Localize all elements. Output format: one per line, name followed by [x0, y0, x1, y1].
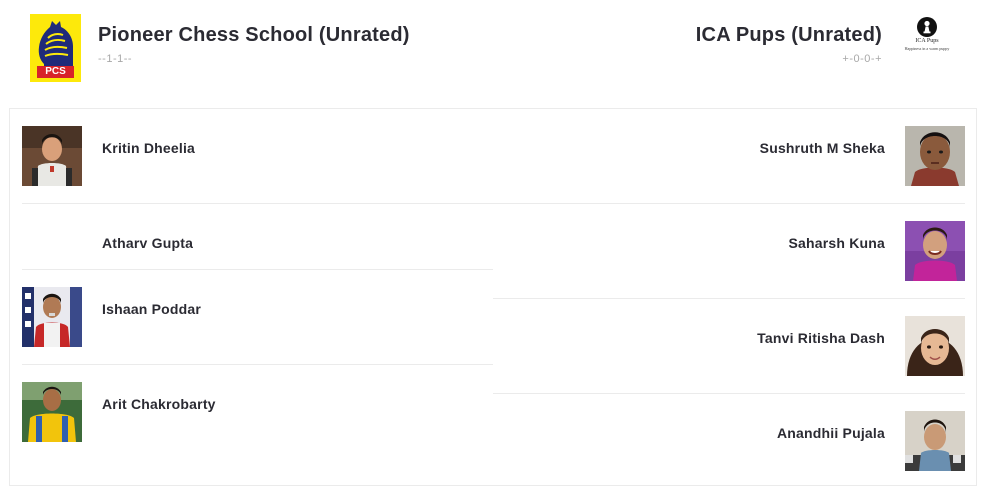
player-row[interactable]: Kritin Dheelia [22, 109, 493, 204]
player-name[interactable]: Ishaan Poddar [102, 301, 201, 317]
team-right-lineup: Sushruth M Sheka Saharsh Kuna Tanvi Riti… [493, 109, 965, 489]
team-left-score: --1-1-- [98, 53, 133, 65]
team-right-name[interactable]: ICA Pups (Unrated) [696, 24, 882, 47]
player-name[interactable]: Arit Chakrobarty [102, 396, 216, 412]
player-row[interactable]: Anandhii Pujala [493, 394, 965, 489]
team-right: ICA Pups (Unrated) +-0-0-+ ICA Pups Happ… [696, 14, 956, 66]
player-avatar [905, 316, 965, 376]
pioneer-chess-school-logo[interactable]: PCS [30, 14, 81, 82]
player-avatar [22, 126, 82, 186]
team-right-score: +-0-0-+ [842, 53, 882, 65]
player-avatar [905, 411, 965, 471]
player-row[interactable]: Saharsh Kuna [493, 204, 965, 299]
team-left-info: Pioneer Chess School (Unrated) --1-1-- [98, 24, 410, 65]
ica-pups-logo[interactable]: ICA Pups Happiness in a warm puppy [898, 16, 956, 66]
pcs-logo-text: PCS [45, 66, 66, 77]
player-row[interactable]: Ishaan Poddar [22, 270, 493, 365]
team-left-lineup: Kritin Dheelia Atharv Gupta Ishaan Podda… [22, 109, 493, 460]
pawn-logo-icon [917, 17, 937, 37]
player-name[interactable]: Atharv Gupta [102, 235, 193, 251]
player-name[interactable]: Sushruth M Sheka [760, 140, 885, 156]
player-row[interactable]: Arit Chakrobarty [22, 365, 493, 460]
player-name[interactable]: Kritin Dheelia [102, 140, 195, 156]
player-avatar [905, 221, 965, 281]
player-avatar [22, 287, 82, 347]
lineup-board: Kritin Dheelia Atharv Gupta Ishaan Podda… [9, 108, 977, 486]
player-avatar [22, 382, 82, 442]
team-right-info: ICA Pups (Unrated) +-0-0-+ [696, 24, 882, 65]
player-row[interactable]: Atharv Gupta [22, 204, 493, 270]
ica-logo-tagline: Happiness in a warm puppy [904, 46, 950, 51]
team-left-name[interactable]: Pioneer Chess School (Unrated) [98, 24, 410, 47]
player-name[interactable]: Tanvi Ritisha Dash [757, 330, 885, 346]
player-row[interactable]: Sushruth M Sheka [493, 109, 965, 204]
match-header: PCS Pioneer Chess School (Unrated) --1-1… [0, 0, 1000, 100]
player-name[interactable]: Anandhii Pujala [777, 425, 885, 441]
player-row[interactable]: Tanvi Ritisha Dash [493, 299, 965, 394]
team-left: PCS Pioneer Chess School (Unrated) --1-1… [30, 14, 410, 82]
ica-logo-name: ICA Pups [915, 38, 939, 44]
player-name[interactable]: Saharsh Kuna [788, 235, 885, 251]
player-avatar [905, 126, 965, 186]
